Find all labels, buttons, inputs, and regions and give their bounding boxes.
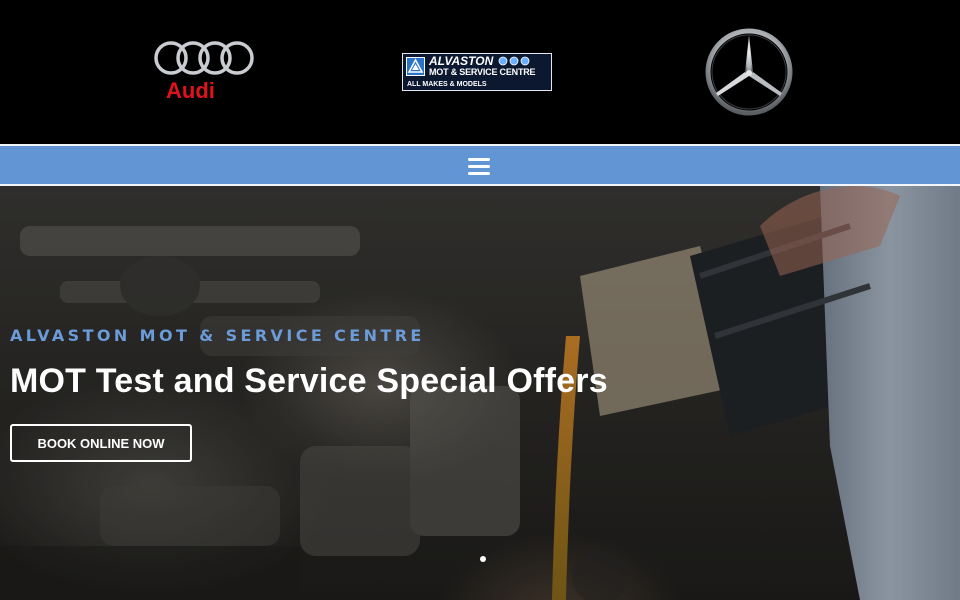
hero-title: MOT Test and Service Special Offers [10, 362, 608, 400]
main-nav-bar [0, 144, 960, 186]
site-header: Audi ALVASTON MOT & SERVICE CENTRE ALL M… [0, 0, 960, 144]
book-online-button[interactable]: BOOK ONLINE NOW [10, 424, 192, 462]
hamburger-menu-icon[interactable] [467, 156, 493, 176]
slider-dot-1[interactable] [480, 556, 486, 562]
slider-pagination [480, 556, 486, 566]
audi-wordmark: Audi [166, 78, 215, 103]
hero-slider: ALVASTON MOT & SERVICE CENTRE MOT Test a… [0, 186, 960, 600]
mot-badge-icon [406, 57, 425, 76]
hero-kicker: ALVASTON MOT & SERVICE CENTRE [10, 326, 425, 345]
alvaston-logo-subtitle: MOT & SERVICE CENTRE [429, 67, 536, 77]
audi-logo[interactable]: Audi [152, 38, 256, 104]
alvaston-logo[interactable]: ALVASTON MOT & SERVICE CENTRE ALL MAKES … [402, 53, 552, 91]
audi-rings-icon [154, 41, 254, 75]
mercedes-star-icon [705, 28, 793, 116]
alvaston-logo-footer: ALL MAKES & MODELS [407, 81, 487, 88]
mercedes-logo[interactable] [704, 27, 794, 117]
